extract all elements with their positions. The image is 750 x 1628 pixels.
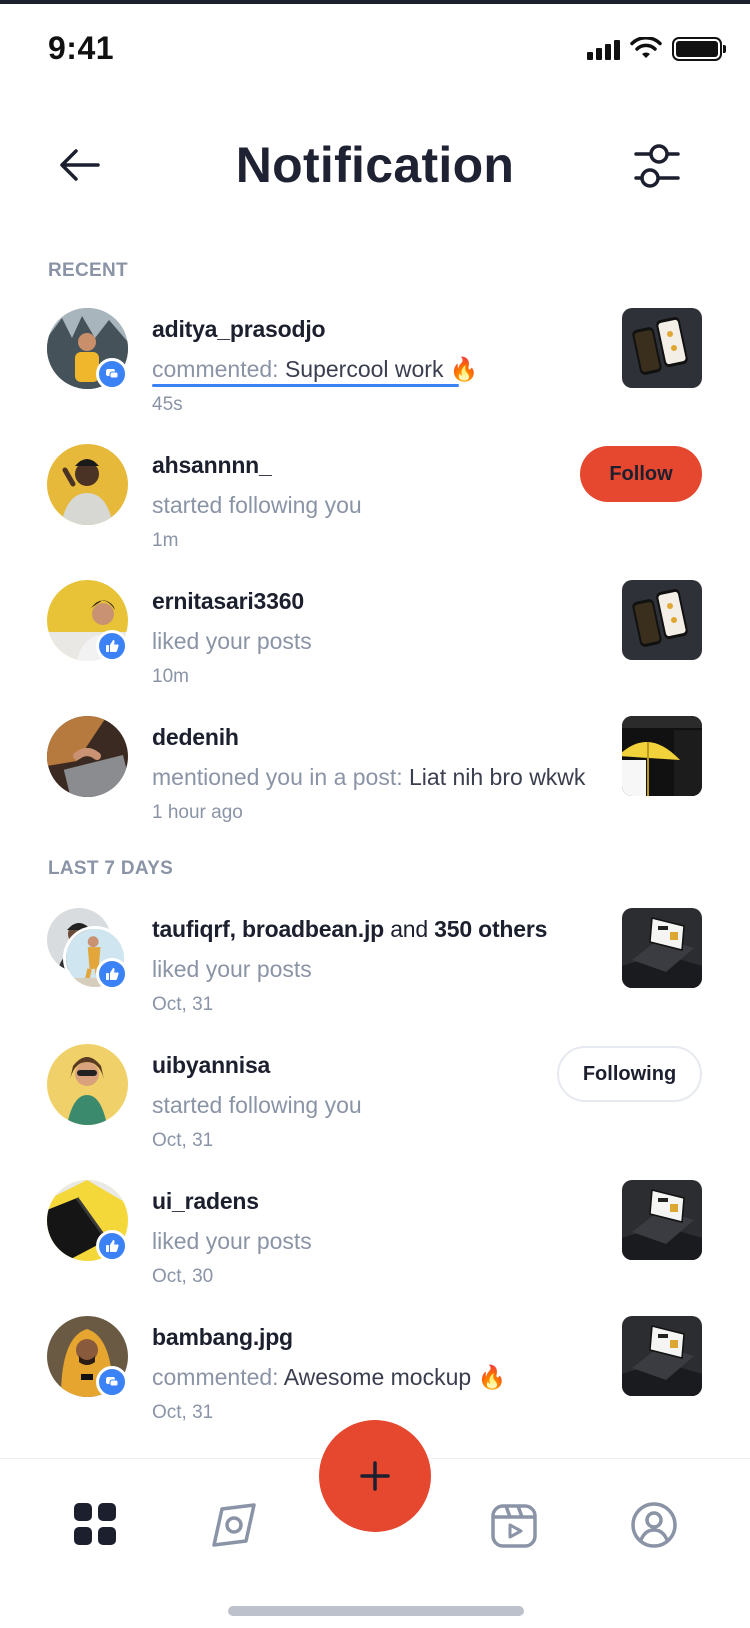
notification-username[interactable]: aditya_prasodjo bbox=[152, 316, 326, 343]
status-icons bbox=[587, 36, 726, 62]
notification-username[interactable]: ahsannnn_ bbox=[152, 452, 272, 479]
notification-item[interactable]: ui_radens liked your posts Oct, 30 bbox=[0, 1180, 750, 1300]
status-bar: 9:41 bbox=[0, 4, 750, 94]
filter-button[interactable] bbox=[632, 138, 688, 192]
notification-item[interactable]: ernitasari3360 liked your posts 10m bbox=[0, 580, 750, 700]
like-icon bbox=[96, 958, 128, 990]
notification-time: 10m bbox=[152, 666, 189, 687]
notification-text: liked your posts bbox=[152, 628, 312, 654]
following-button[interactable]: Following bbox=[557, 1046, 702, 1102]
profile-icon[interactable] bbox=[630, 1501, 678, 1549]
notification-text: liked your posts bbox=[152, 956, 312, 982]
notification-item[interactable]: dedenih mentioned you in a post: Liat ni… bbox=[0, 716, 750, 836]
notification-username[interactable]: ui_radens bbox=[152, 1188, 259, 1215]
notification-item[interactable]: bambang.jpg commented: Awesome mockup 🔥 … bbox=[0, 1316, 750, 1436]
notification-time: 1m bbox=[152, 530, 179, 551]
post-thumbnail[interactable] bbox=[622, 580, 702, 660]
avatar[interactable] bbox=[47, 716, 128, 797]
notification-text: liked your posts bbox=[152, 1228, 312, 1254]
post-thumbnail[interactable] bbox=[622, 308, 702, 388]
notification-time: Oct, 31 bbox=[152, 994, 214, 1015]
notification-text: started following you bbox=[152, 1092, 362, 1118]
notification-username[interactable]: dedenih bbox=[152, 724, 239, 751]
notification-item[interactable]: ahsannnn_ started following you 1m Follo… bbox=[0, 444, 750, 564]
notification-time: Oct, 30 bbox=[152, 1266, 214, 1287]
add-icon bbox=[360, 1461, 390, 1491]
notification-item[interactable]: taufiqrf, broadbean.jp and 350 others li… bbox=[0, 908, 750, 1028]
like-icon bbox=[96, 630, 128, 662]
notification-item[interactable]: uibyannisa started following you Oct, 31… bbox=[0, 1044, 750, 1164]
notification-time: 1 hour ago bbox=[152, 802, 243, 823]
notification-text: mentioned you in a post: Liat nih bro wk… bbox=[152, 764, 586, 790]
notification-time: Oct, 31 bbox=[152, 1130, 214, 1151]
notification-username[interactable]: uibyannisa bbox=[152, 1052, 270, 1079]
add-button[interactable] bbox=[319, 1420, 431, 1532]
notification-username[interactable]: ernitasari3360 bbox=[152, 588, 304, 615]
notification-text: commented: Awesome mockup 🔥 bbox=[152, 1364, 507, 1390]
status-time: 9:41 bbox=[48, 30, 115, 66]
like-icon bbox=[96, 1230, 128, 1262]
follow-button[interactable]: Follow bbox=[580, 446, 702, 502]
notification-username[interactable]: taufiqrf, broadbean.jp and 350 others bbox=[152, 916, 547, 943]
notification-username[interactable]: bambang.jpg bbox=[152, 1324, 293, 1351]
reels-icon[interactable] bbox=[490, 1501, 538, 1549]
notification-item[interactable]: aditya_prasodjo commented: Supercool wor… bbox=[0, 308, 750, 428]
post-thumbnail[interactable] bbox=[622, 1180, 702, 1260]
sliders-icon bbox=[634, 144, 680, 188]
avatar[interactable] bbox=[47, 1044, 128, 1125]
header: Notification bbox=[0, 120, 750, 210]
post-thumbnail[interactable] bbox=[622, 1316, 702, 1396]
post-thumbnail[interactable] bbox=[622, 716, 702, 796]
notification-text: commented: Supercool work 🔥 bbox=[152, 356, 479, 382]
text-selection-underline bbox=[152, 384, 459, 387]
notification-text: started following you bbox=[152, 492, 362, 518]
avatar[interactable] bbox=[47, 444, 128, 525]
notification-time: Oct, 31 bbox=[152, 1402, 214, 1423]
comment-icon bbox=[96, 358, 128, 390]
dashboard-icon[interactable] bbox=[72, 1501, 120, 1549]
notification-time: 45s bbox=[152, 394, 183, 415]
explore-icon[interactable] bbox=[210, 1501, 258, 1549]
home-indicator[interactable] bbox=[228, 1606, 524, 1616]
comment-icon bbox=[96, 1366, 128, 1398]
section-label-recent: RECENT bbox=[48, 260, 128, 281]
battery-icon bbox=[672, 37, 726, 61]
signal-icon bbox=[587, 38, 620, 60]
section-label-last-7-days: LAST 7 DAYS bbox=[48, 858, 174, 879]
post-thumbnail[interactable] bbox=[622, 908, 702, 988]
wifi-icon bbox=[630, 37, 662, 58]
